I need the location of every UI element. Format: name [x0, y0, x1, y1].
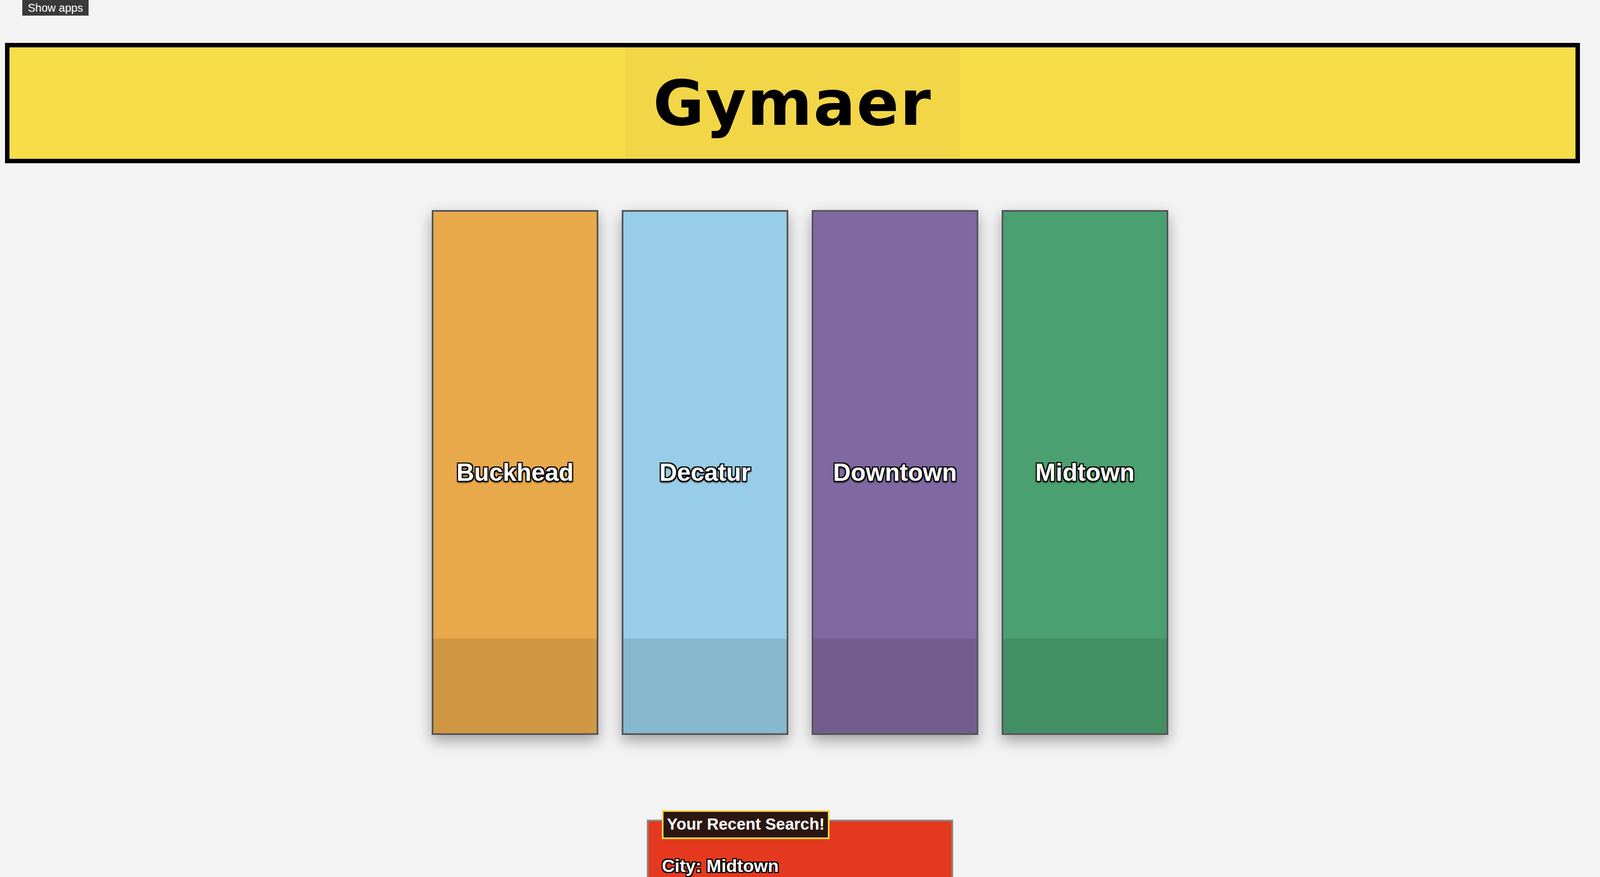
city-list: Buckhead Decatur Downtown Midtown	[0, 210, 1600, 735]
city-card[interactable]: Decatur	[621, 210, 789, 735]
show-apps-tooltip: Show apps	[22, 0, 89, 16]
city-label[interactable]: Midtown	[1035, 454, 1135, 491]
city-card[interactable]: Downtown	[811, 210, 979, 735]
city-label[interactable]: Buckhead	[456, 454, 574, 491]
floor-strip	[1003, 638, 1167, 734]
floor-strip	[623, 638, 787, 734]
city-card[interactable]: Midtown	[1001, 210, 1169, 735]
city-label[interactable]: Decatur	[659, 454, 751, 491]
recent-search-title: Your Recent Search!	[661, 810, 830, 839]
floor-strip	[433, 638, 597, 734]
recent-search-city: City: Midtown	[661, 852, 939, 877]
header-bar: Gymaer	[5, 42, 1580, 164]
brand-title[interactable]: Gymaer	[625, 47, 960, 159]
city-label[interactable]: Downtown	[832, 454, 957, 491]
recent-search-panel: Your Recent Search!City: Midtown	[646, 819, 954, 877]
city-card[interactable]: Buckhead	[431, 210, 599, 735]
floor-strip	[813, 638, 977, 734]
